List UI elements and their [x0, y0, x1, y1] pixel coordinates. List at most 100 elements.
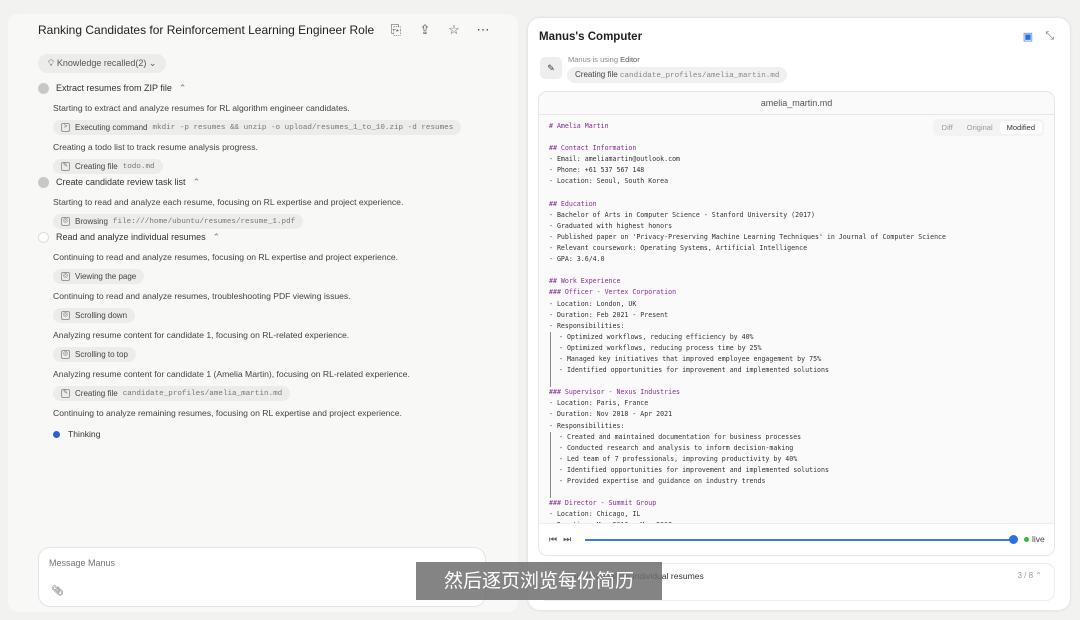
step-message: Starting to extract and analyze resumes … — [53, 103, 350, 113]
code-line: - Conducted research and analysis to inf… — [550, 442, 1054, 454]
step-header[interactable]: Extract resumes from ZIP file ⌃ — [38, 80, 508, 96]
chip-arg: candidate_profiles/amelia_martin.md — [122, 389, 283, 398]
chip-label: Browsing — [75, 217, 108, 226]
code-line: ## Education — [549, 199, 597, 208]
thinking-indicator: Thinking — [53, 429, 508, 439]
code-line: ​ — [550, 376, 1054, 388]
star-icon[interactable]: ☆ — [446, 22, 462, 38]
chip-arg: file:///home/ubuntu/resumes/resume_1.pdf — [112, 217, 296, 226]
live-indicator[interactable]: live — [1024, 534, 1045, 544]
code-line: - Email: ameliamartin@outlook.com — [549, 155, 681, 164]
step-message: Continuing to read and analyze resumes, … — [53, 291, 351, 301]
skip-back-icon[interactable]: ⏮ — [549, 534, 563, 544]
browser-icon: ◎ — [61, 272, 70, 281]
attach-icon[interactable]: 📎︎ — [51, 586, 64, 597]
view-tabs: Diff Original Modified — [932, 119, 1044, 136]
tool-chip[interactable]: ✎ Creating file todo.md — [53, 159, 163, 174]
message-input[interactable] — [49, 558, 469, 568]
action-chip: Creating file candidate_profiles/amelia_… — [567, 67, 788, 83]
code-line: - Responsibilities: — [549, 421, 625, 430]
code-line: - Relevant coursework: Operating Systems… — [549, 244, 808, 253]
step-status-icon — [38, 231, 49, 243]
step-title: Read and analyze individual resumes — [56, 232, 206, 242]
chip-label: Scrolling down — [75, 311, 128, 320]
computer-panel: Manus's Computer ▣ ⤡ ✎ Manus is using Ed… — [528, 18, 1070, 610]
tool-chip[interactable]: ✎ Creating file candidate_profiles/amelia_… — [53, 386, 291, 401]
editor-filename: amelia_martin.md — [539, 92, 1054, 115]
more-icon[interactable]: ⋯ — [475, 22, 491, 38]
action-arg: candidate_profiles/amelia_martin.md — [619, 72, 780, 80]
tool-chip[interactable]: ◎ Browsing file:///home/ubuntu/resumes/res… — [53, 214, 304, 229]
tab-original[interactable]: Original — [960, 121, 1000, 134]
chevron-up-icon[interactable]: ⌃ — [213, 232, 221, 243]
task-steps: Extract resumes from ZIP file ⌃ Starting t… — [38, 80, 508, 439]
skip-forward-icon[interactable]: ⏭ — [563, 534, 577, 544]
step-header[interactable]: Create candidate review task list ⌃ — [38, 174, 508, 190]
edit-icon: ✎ — [61, 389, 70, 398]
page-title: Ranking Candidates for Reinforcement Lea… — [38, 23, 375, 37]
thinking-label: Thinking — [68, 429, 101, 439]
using-tool: Editor — [620, 55, 640, 64]
code-line: - Location: Seoul, South Korea — [549, 177, 669, 186]
step-message: Starting to read and analyze each resume… — [53, 197, 404, 207]
screen-icon[interactable]: ▣ — [1023, 30, 1033, 43]
playback-slider[interactable] — [585, 539, 1013, 541]
tab-diff[interactable]: Diff — [935, 121, 960, 134]
code-line: - GPA: 3.6/4.0 — [549, 255, 605, 264]
code-line: ## Work Experience — [549, 277, 621, 286]
chevron-up-icon[interactable]: ⌃ — [179, 83, 187, 94]
code-line: - Led team of 7 professionals, improving… — [550, 453, 1054, 465]
tool-chip[interactable]: ◎ Scrolling down — [53, 308, 136, 323]
chip-label: Viewing the page — [75, 272, 137, 281]
code-line: - Identified opportunities for improveme… — [550, 464, 1054, 476]
chip-label: Creating file — [75, 389, 118, 398]
chevron-up-icon[interactable]: ⌃ — [193, 177, 201, 188]
code-line: - Bachelor of Arts in Computer Science -… — [549, 210, 815, 219]
code-line: - Created and maintained documentation f… — [550, 431, 1054, 443]
code-line: - Duration: Feb 2021 - Present — [549, 310, 669, 319]
chip-arg: todo.md — [122, 162, 155, 171]
chip-label: Executing command — [75, 123, 148, 132]
editor-icon: ✎ — [540, 57, 562, 79]
code-line: - Location: Chicago, IL — [549, 510, 641, 519]
step-title: Create candidate review task list — [56, 177, 186, 187]
tool-chip[interactable]: ◎ Viewing the page — [53, 269, 145, 284]
code-line: ## Contact Information — [549, 144, 637, 153]
playback-controls: ⏮⏭ live — [539, 523, 1054, 555]
step-message: Analyzing resume content for candidate 1… — [53, 369, 410, 379]
step-header[interactable]: Read and analyze individual resumes ⌃ — [38, 229, 508, 245]
tool-chip[interactable]: > Executing command mkdir -p resumes && un… — [53, 120, 462, 135]
step-message: Continuing to analyze remaining resumes,… — [53, 408, 402, 418]
code-line: - Graduated with highest honors — [549, 221, 673, 230]
code-line: - Responsibilities: — [549, 321, 625, 330]
chip-label: Creating file — [75, 162, 118, 171]
tool-chip[interactable]: ◎ Scrolling to top — [53, 347, 136, 362]
tab-modified[interactable]: Modified — [999, 121, 1042, 134]
bulb-icon: 💡︎ — [48, 58, 57, 68]
chip-label: Scrolling to top — [75, 350, 128, 359]
slider-knob[interactable] — [1009, 535, 1018, 544]
code-line: ### Officer - Vertex Corporation — [549, 288, 677, 297]
code-line: - Identified opportunities for improveme… — [550, 365, 1054, 377]
browser-icon: ◎ — [61, 311, 70, 320]
code-content: # Amelia Martin​## Contact Information- … — [549, 121, 1054, 531]
task-count: 3 / 8 ⌃ — [1017, 571, 1042, 580]
code-line: ​ — [549, 265, 1054, 276]
share-icon[interactable]: ⇪ — [417, 22, 433, 38]
thinking-dot — [53, 430, 60, 438]
minimize-icon[interactable]: ⤡ — [1045, 30, 1054, 43]
knowledge-recalled-button[interactable]: 💡︎ Knowledge recalled(2) ⌄ — [38, 54, 167, 73]
step-message: Analyzing resume content for candidate 1… — [53, 330, 350, 340]
browser-icon: ◎ — [61, 217, 70, 226]
using-label: Manus is using — [568, 55, 619, 64]
computer-title: Manus's Computer — [539, 31, 643, 43]
editor: amelia_martin.md # Amelia Martin​## Cont… — [538, 91, 1055, 556]
code-line: - Provided expertise and guidance on ind… — [550, 476, 1054, 488]
file-icon[interactable]: ⎘ — [388, 22, 404, 38]
video-subtitle: 然后逐页浏览每份简历 — [416, 562, 662, 600]
action-label: Creating file — [575, 70, 618, 79]
code-line: ### Supervisor - Nexus Industries — [549, 388, 681, 397]
terminal-icon: > — [61, 123, 70, 132]
code-line: ​ — [549, 188, 1054, 199]
live-label: live — [1032, 534, 1045, 544]
